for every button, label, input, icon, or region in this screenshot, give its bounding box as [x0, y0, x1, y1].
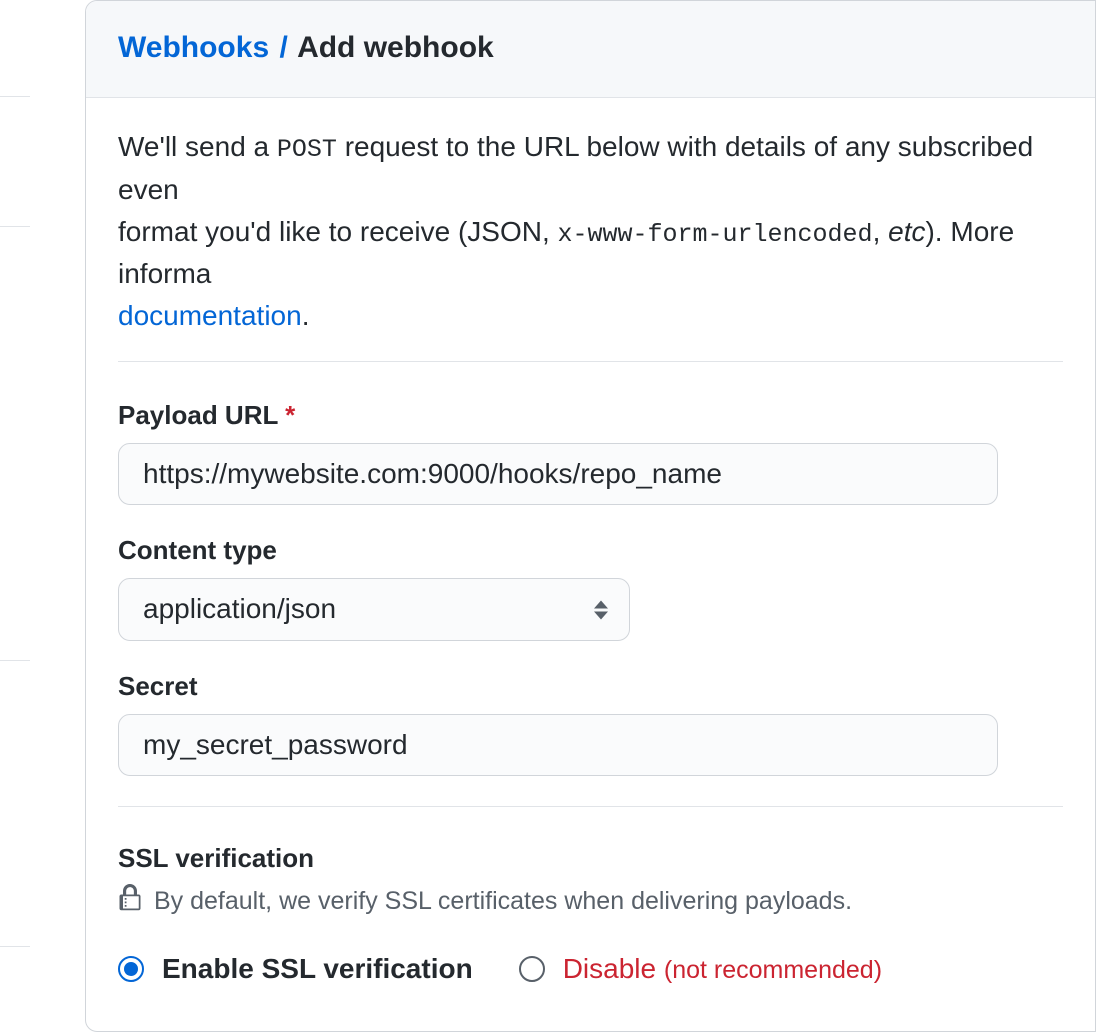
ssl-verification-title: SSL verification — [118, 843, 1063, 874]
intro-text: We'll send a POST request to the URL bel… — [118, 126, 1063, 362]
required-indicator: * — [285, 400, 295, 430]
payload-url-label: Payload URL * — [118, 400, 1063, 431]
ssl-disable-note: (not recommended) — [664, 956, 882, 984]
ssl-enable-label: Enable SSL verification — [162, 953, 473, 985]
panel-header: Webhooks / Add webhook — [86, 1, 1095, 98]
sidebar-fragment — [0, 0, 30, 1032]
ssl-verification-note: By default, we verify SSL certificates w… — [118, 884, 1063, 919]
ssl-radio-group: Enable SSL verification Disable (not rec… — [118, 953, 1063, 985]
lock-icon — [118, 884, 142, 919]
payload-url-input[interactable] — [118, 443, 998, 505]
secret-input[interactable] — [118, 714, 998, 776]
breadcrumb-separator: / — [279, 31, 287, 64]
ssl-disable-label: Disable — [563, 953, 656, 984]
content-type-group: Content type application/json — [118, 535, 1063, 640]
breadcrumb: Webhooks / Add webhook — [118, 31, 1063, 65]
content-type-label: Content type — [118, 535, 1063, 566]
secret-group: Secret — [118, 671, 1063, 776]
secret-label: Secret — [118, 671, 1063, 702]
documentation-link[interactable]: documentation — [118, 300, 302, 331]
panel-body: We'll send a POST request to the URL bel… — [86, 98, 1095, 985]
divider — [118, 806, 1063, 807]
ssl-enable-option[interactable]: Enable SSL verification — [118, 953, 473, 985]
radio-unchecked-icon — [519, 956, 545, 982]
payload-url-group: Payload URL * — [118, 400, 1063, 505]
content-type-select[interactable]: application/json — [118, 578, 630, 640]
breadcrumb-current: Add webhook — [297, 31, 494, 64]
breadcrumb-webhooks-link[interactable]: Webhooks — [118, 31, 269, 64]
ssl-disable-option[interactable]: Disable (not recommended) — [519, 953, 882, 985]
webhook-settings-panel: Webhooks / Add webhook We'll send a POST… — [85, 0, 1096, 1032]
radio-checked-icon — [118, 956, 144, 982]
